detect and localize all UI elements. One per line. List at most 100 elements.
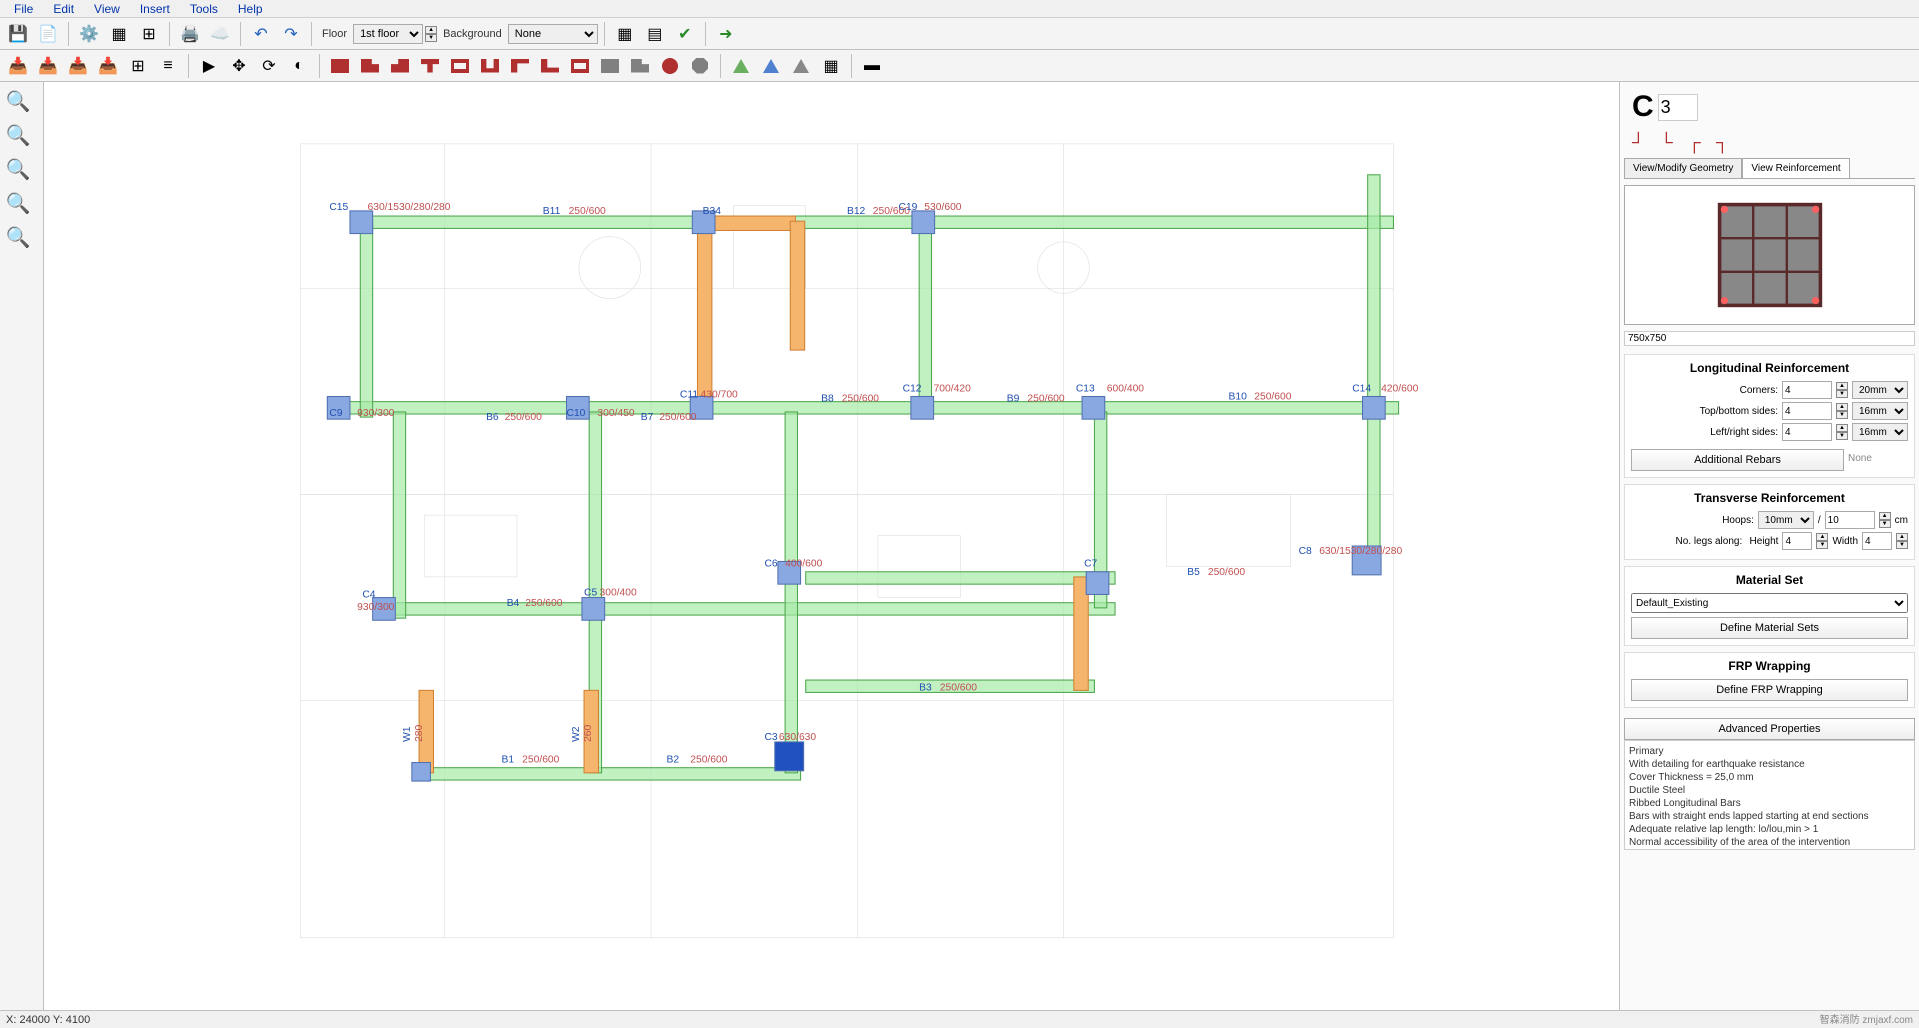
import-grn-icon[interactable]: 📥 bbox=[64, 53, 92, 79]
element-id-header: C bbox=[1624, 86, 1915, 128]
floor-spinner[interactable]: ▲▼ bbox=[425, 26, 437, 42]
slab-blue-icon[interactable] bbox=[757, 53, 785, 79]
additional-rebars-button[interactable]: Additional Rebars bbox=[1631, 449, 1844, 471]
menu-insert[interactable]: Insert bbox=[130, 0, 180, 17]
corners-spinner[interactable]: ▲▼ bbox=[1836, 382, 1848, 398]
grid2-icon[interactable]: ⊞ bbox=[124, 53, 152, 79]
material-select[interactable]: Default_Existing bbox=[1631, 593, 1908, 613]
hoops-spacing-input[interactable] bbox=[1825, 511, 1875, 529]
svg-text:250/600: 250/600 bbox=[522, 755, 559, 766]
section-u-icon[interactable] bbox=[476, 53, 504, 79]
legs-w-spinner[interactable]: ▲▼ bbox=[1896, 533, 1908, 549]
save-icon[interactable]: 💾 bbox=[4, 21, 32, 47]
watermark: 智森消防 zmjaxf.com bbox=[1820, 1011, 1913, 1026]
background-select[interactable]: None bbox=[508, 24, 598, 44]
zoom-out-icon[interactable]: 🔍 bbox=[2, 120, 34, 150]
section-c-icon[interactable] bbox=[566, 53, 594, 79]
section-rect-icon[interactable] bbox=[326, 53, 354, 79]
svg-text:B1: B1 bbox=[502, 755, 515, 766]
settings-icon[interactable]: ⚙️ bbox=[75, 21, 103, 47]
lr-spinner[interactable]: ▲▼ bbox=[1836, 424, 1848, 440]
legs-h-spinner[interactable]: ▲▼ bbox=[1816, 533, 1828, 549]
element-number-input[interactable] bbox=[1658, 94, 1698, 121]
floor-select[interactable]: 1st floor bbox=[353, 24, 423, 44]
hoops-label: Hoops: bbox=[1631, 515, 1754, 526]
lr-value-input[interactable] bbox=[1782, 423, 1832, 441]
zoom-fit-icon[interactable]: 🔍 bbox=[2, 154, 34, 184]
multi-slab-icon[interactable]: ▦ bbox=[817, 53, 845, 79]
menu-bar: File Edit View Insert Tools Help bbox=[0, 0, 1919, 18]
import-red-icon[interactable]: 📥 bbox=[34, 53, 62, 79]
floor-plan-canvas[interactable]: C15630/1530/280/280 B11250/600 B34 B1225… bbox=[44, 82, 1619, 1010]
legs-width-input[interactable] bbox=[1862, 532, 1892, 550]
svg-text:B9: B9 bbox=[1007, 394, 1020, 405]
zoom-sel-icon[interactable]: 🔍 bbox=[2, 188, 34, 218]
wall-icon[interactable]: ▬ bbox=[858, 53, 886, 79]
tb-spinner[interactable]: ▲▼ bbox=[1836, 403, 1848, 419]
define-frp-button[interactable]: Define FRP Wrapping bbox=[1631, 679, 1908, 701]
import-dwg-icon[interactable]: 📥 bbox=[4, 53, 32, 79]
section-g-icon[interactable] bbox=[596, 53, 624, 79]
grid-icon[interactable]: ▦ bbox=[105, 21, 133, 47]
mirror-icon[interactable]: ◐ bbox=[285, 53, 313, 79]
undo-icon[interactable]: ↶ bbox=[247, 21, 275, 47]
corners-value-input[interactable] bbox=[1782, 381, 1832, 399]
legs-height-input[interactable] bbox=[1782, 532, 1812, 550]
tb-value-input[interactable] bbox=[1782, 402, 1832, 420]
cloud-icon[interactable]: ☁️ bbox=[206, 21, 234, 47]
menu-view[interactable]: View bbox=[84, 0, 130, 17]
rotate-icon[interactable]: ⟳ bbox=[255, 53, 283, 79]
print-icon[interactable]: 🖨️ bbox=[176, 21, 204, 47]
section-circ-icon[interactable] bbox=[656, 53, 684, 79]
layers-icon[interactable]: ▤ bbox=[641, 21, 669, 47]
stairs-icon[interactable]: ≡ bbox=[154, 53, 182, 79]
transverse-section: Transverse Reinforcement Hoops: 10mm / ▲… bbox=[1624, 484, 1915, 560]
corners-dia-select[interactable]: 20mm bbox=[1852, 381, 1908, 399]
svg-text:250/600: 250/600 bbox=[505, 412, 542, 423]
hoops-spinner[interactable]: ▲▼ bbox=[1879, 512, 1891, 528]
menu-file[interactable]: File bbox=[4, 0, 43, 17]
hoops-dia-select[interactable]: 10mm bbox=[1758, 511, 1814, 529]
import-blu-icon[interactable]: 📥 bbox=[94, 53, 122, 79]
zoom-pan-icon[interactable]: 🔍 bbox=[2, 222, 34, 252]
move-icon[interactable]: ✥ bbox=[225, 53, 253, 79]
angle-90-icon[interactable]: └ bbox=[1660, 132, 1680, 150]
section-g2-icon[interactable] bbox=[626, 53, 654, 79]
section-l1-icon[interactable] bbox=[356, 53, 384, 79]
lr-label: Left/right sides: bbox=[1631, 427, 1778, 438]
redo-icon[interactable]: ↷ bbox=[277, 21, 305, 47]
menu-tools[interactable]: Tools bbox=[180, 0, 228, 17]
section-z-icon[interactable] bbox=[506, 53, 534, 79]
menu-help[interactable]: Help bbox=[228, 0, 273, 17]
tab-geometry[interactable]: View/Modify Geometry bbox=[1624, 158, 1742, 178]
svg-text:630/1530/280/280: 630/1530/280/280 bbox=[1319, 546, 1402, 557]
grid-add-icon[interactable]: ⊞ bbox=[135, 21, 163, 47]
svg-text:250/600: 250/600 bbox=[659, 412, 696, 423]
lr-dia-select[interactable]: 16mm bbox=[1852, 423, 1908, 441]
advanced-properties-button[interactable]: Advanced Properties bbox=[1624, 718, 1915, 740]
section-t-icon[interactable] bbox=[416, 53, 444, 79]
angle-180-icon[interactable]: ┌ bbox=[1688, 132, 1708, 150]
angle-0-icon[interactable]: ┘ bbox=[1632, 132, 1652, 150]
dimensions-input[interactable] bbox=[1624, 331, 1915, 346]
svg-text:630/1530/280/280: 630/1530/280/280 bbox=[368, 202, 451, 213]
svg-text:B7: B7 bbox=[641, 412, 654, 423]
section-oct-icon[interactable] bbox=[686, 53, 714, 79]
tb-dia-select[interactable]: 16mm bbox=[1852, 402, 1908, 420]
exit-icon[interactable]: ➜ bbox=[712, 21, 740, 47]
tb-label: Top/bottom sides: bbox=[1631, 406, 1778, 417]
angle-270-icon[interactable]: ┐ bbox=[1716, 132, 1736, 150]
pointer-icon[interactable]: ▶ bbox=[195, 53, 223, 79]
define-material-button[interactable]: Define Material Sets bbox=[1631, 617, 1908, 639]
slab-green-icon[interactable] bbox=[727, 53, 755, 79]
menu-edit[interactable]: Edit bbox=[43, 0, 84, 17]
zoom-in-icon[interactable]: 🔍 bbox=[2, 86, 34, 116]
section-i-icon[interactable] bbox=[446, 53, 474, 79]
dwg-save-icon[interactable]: 📄 bbox=[34, 21, 62, 47]
slab-grey-icon[interactable] bbox=[787, 53, 815, 79]
tab-reinforcement[interactable]: View Reinforcement bbox=[1742, 158, 1849, 178]
section-l2-icon[interactable] bbox=[386, 53, 414, 79]
check-icon[interactable]: ✔ bbox=[671, 21, 699, 47]
section-z2-icon[interactable] bbox=[536, 53, 564, 79]
view3d-icon[interactable]: ▦ bbox=[611, 21, 639, 47]
